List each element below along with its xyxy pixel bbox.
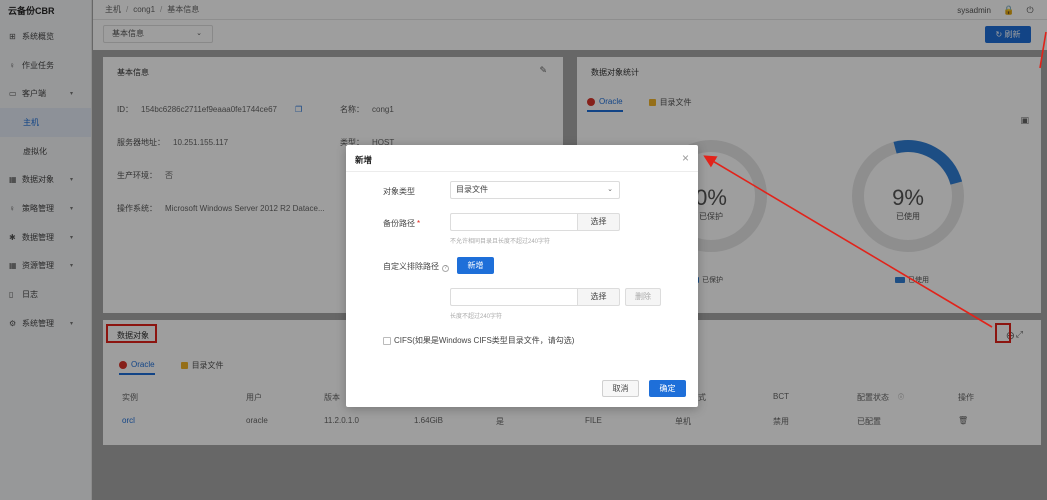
annotation-arrows bbox=[703, 31, 1047, 328]
arrow-from-add-icon bbox=[703, 155, 993, 328]
arrow-to-refresh bbox=[1039, 31, 1047, 69]
